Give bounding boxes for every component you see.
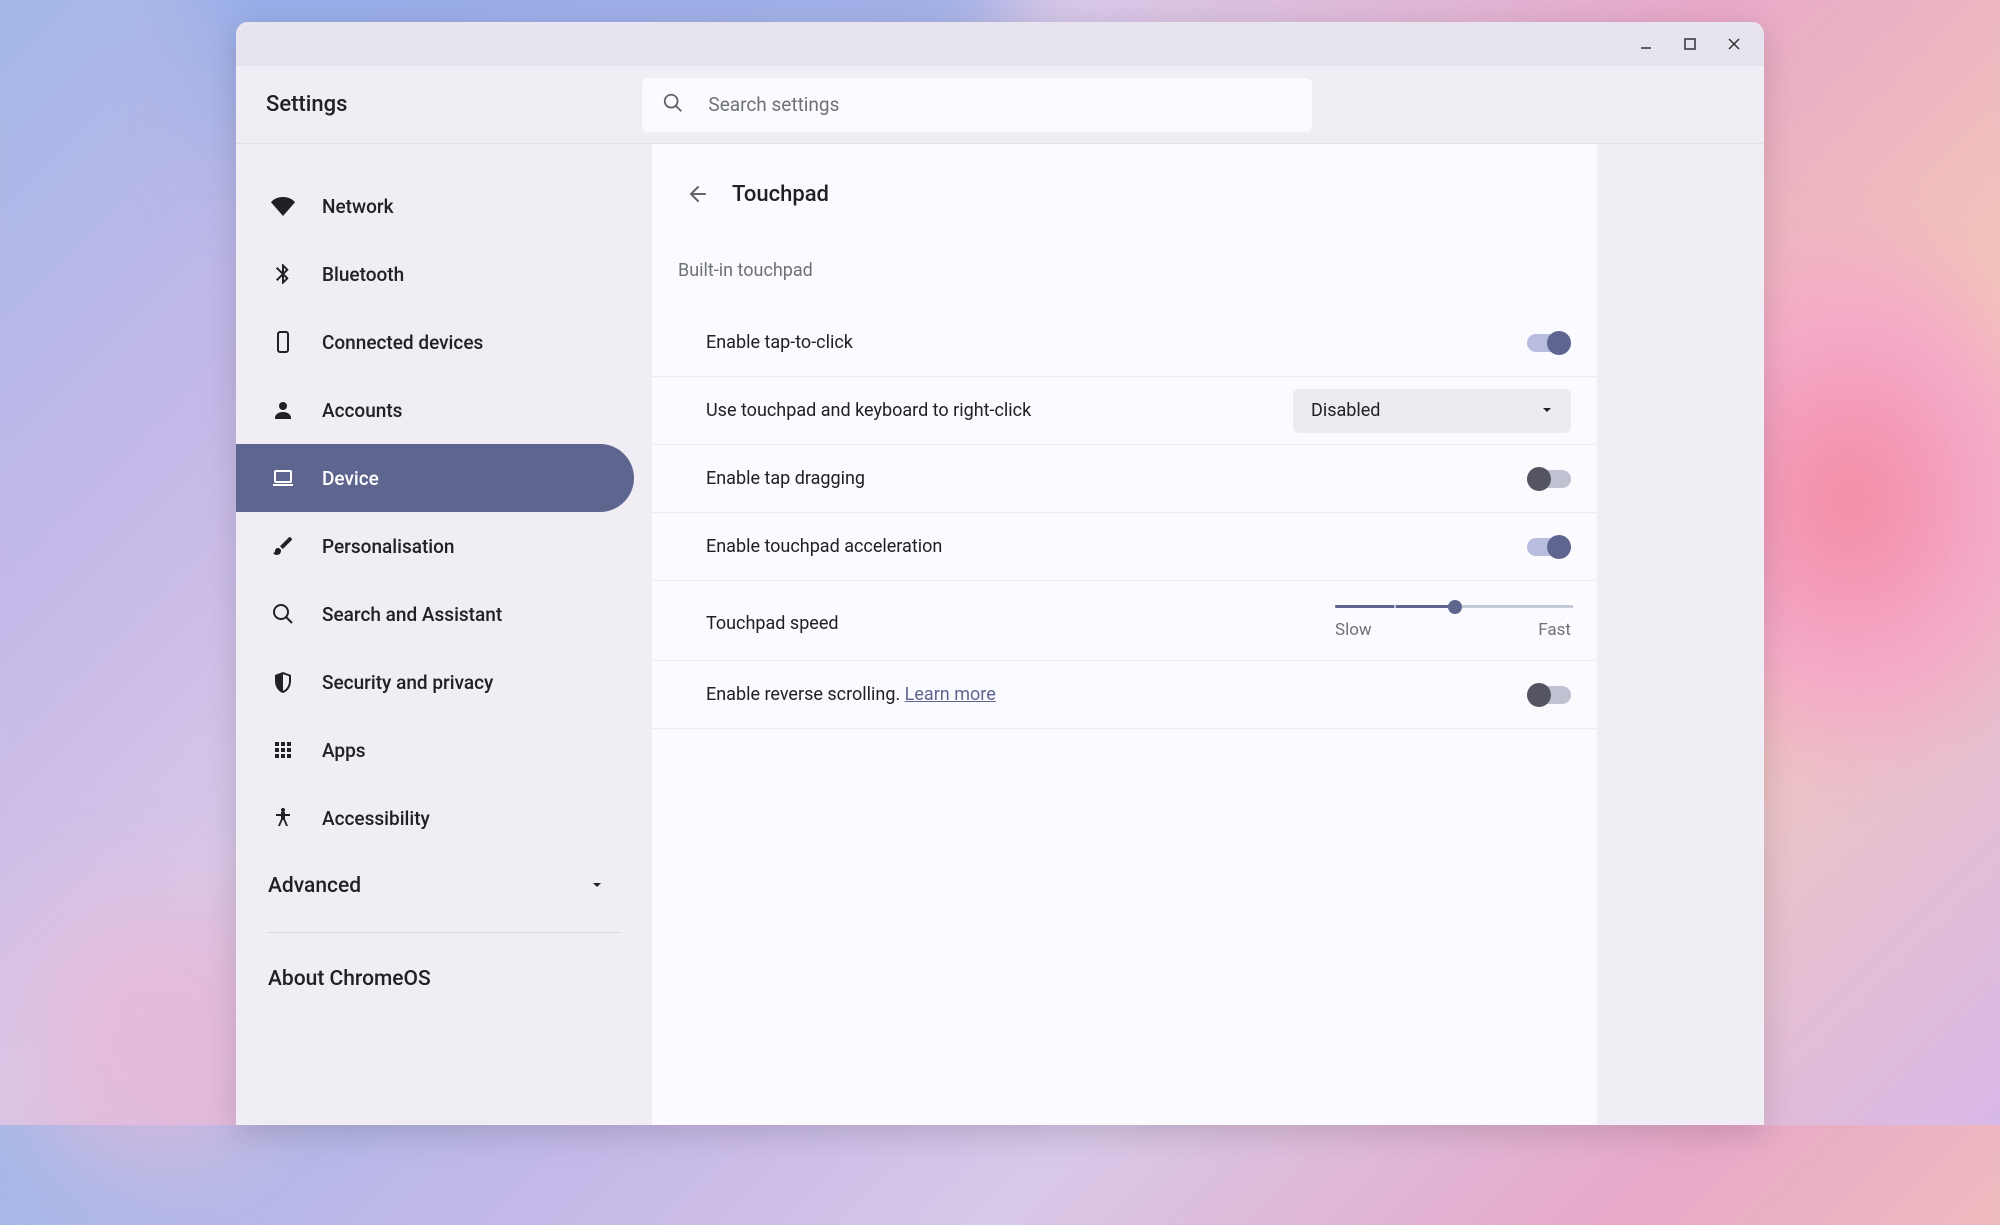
setting-label: Enable touchpad acceleration (706, 536, 942, 557)
device-icon (268, 327, 298, 357)
setting-tap-to-click: Enable tap-to-click (652, 309, 1597, 377)
brush-icon (268, 531, 298, 561)
bluetooth-icon (268, 259, 298, 289)
titlebar (236, 22, 1764, 66)
sidebar-item-label: Personalisation (322, 535, 455, 558)
search-icon (268, 599, 298, 629)
chevron-down-icon (1541, 400, 1553, 421)
setting-label: Use touchpad and keyboard to right-click (706, 400, 1031, 421)
sidebar-item-search-assistant[interactable]: Search and Assistant (236, 580, 634, 648)
sidebar-item-accounts[interactable]: Accounts (236, 376, 634, 444)
apps-icon (268, 735, 298, 765)
search-icon (662, 92, 684, 118)
maximize-button[interactable] (1672, 26, 1708, 62)
search-container[interactable] (642, 78, 1312, 132)
sidebar-item-label: Search and Assistant (322, 603, 502, 626)
search-input[interactable] (708, 93, 1292, 116)
close-button[interactable] (1716, 26, 1752, 62)
sidebar-item-label: Bluetooth (322, 263, 404, 286)
setting-label: Enable tap dragging (706, 468, 865, 489)
toggle-tap-to-click[interactable] (1527, 334, 1571, 352)
sidebar-item-device[interactable]: Device (236, 444, 634, 512)
setting-right-click: Use touchpad and keyboard to right-click… (652, 377, 1597, 445)
sidebar-divider (268, 932, 620, 933)
sidebar-item-network[interactable]: Network (236, 172, 634, 240)
app-title: Settings (266, 92, 347, 117)
sidebar-item-connected-devices[interactable]: Connected devices (236, 308, 634, 376)
sidebar-item-bluetooth[interactable]: Bluetooth (236, 240, 634, 308)
sidebar-advanced[interactable]: Advanced (236, 852, 652, 920)
sidebar-item-label: Device (322, 467, 379, 490)
setting-label: Enable reverse scrolling. Learn more (706, 684, 996, 705)
slider-fast-label: Fast (1538, 620, 1571, 640)
setting-acceleration: Enable touchpad acceleration (652, 513, 1597, 581)
slider-slow-label: Slow (1335, 620, 1372, 640)
toggle-tap-dragging[interactable] (1527, 470, 1571, 488)
toggle-acceleration[interactable] (1527, 538, 1571, 556)
shield-icon (268, 667, 298, 697)
toggle-reverse-scrolling[interactable] (1527, 686, 1571, 704)
section-header: Built-in touchpad (652, 260, 1597, 281)
wifi-icon (268, 191, 298, 221)
sidebar-item-security-privacy[interactable]: Security and privacy (236, 648, 634, 716)
about-label: About ChromeOS (268, 967, 431, 991)
accessibility-icon (268, 803, 298, 833)
dropdown-right-click[interactable]: Disabled (1293, 389, 1571, 433)
learn-more-link[interactable]: Learn more (905, 684, 996, 705)
settings-window: Settings Network Bluetooth (236, 22, 1764, 1125)
minimize-button[interactable] (1628, 26, 1664, 62)
sidebar-item-label: Security and privacy (322, 671, 493, 694)
laptop-icon (268, 463, 298, 493)
back-button[interactable] (678, 174, 718, 214)
setting-label: Enable tap-to-click (706, 332, 853, 353)
page-header: Touchpad (652, 174, 1597, 214)
sidebar-item-personalisation[interactable]: Personalisation (236, 512, 634, 580)
slider-speed[interactable]: Slow Fast (1335, 601, 1571, 640)
setting-reverse-scrolling: Enable reverse scrolling. Learn more (652, 661, 1597, 729)
sidebar-item-label: Apps (322, 739, 366, 762)
setting-label: Touchpad speed (706, 601, 839, 634)
chevron-down-icon (590, 874, 604, 898)
app-header: Settings (236, 66, 1764, 144)
sidebar-item-label: Network (322, 195, 394, 218)
sidebar-item-label: Accessibility (322, 807, 430, 830)
person-icon (268, 395, 298, 425)
sidebar-item-label: Accounts (322, 399, 402, 422)
page-title: Touchpad (732, 182, 829, 207)
sidebar-item-accessibility[interactable]: Accessibility (236, 784, 634, 852)
setting-tap-dragging: Enable tap dragging (652, 445, 1597, 513)
sidebar-item-apps[interactable]: Apps (236, 716, 634, 784)
sidebar-about[interactable]: About ChromeOS (236, 945, 652, 1013)
sidebar: Network Bluetooth Connected devices Acco… (236, 144, 652, 1125)
advanced-label: Advanced (268, 874, 361, 898)
setting-speed: Touchpad speed Slow Fast (652, 581, 1597, 661)
sidebar-item-label: Connected devices (322, 331, 483, 354)
dropdown-value: Disabled (1311, 400, 1380, 421)
main-panel: Touchpad Built-in touchpad Enable tap-to… (652, 144, 1597, 1125)
